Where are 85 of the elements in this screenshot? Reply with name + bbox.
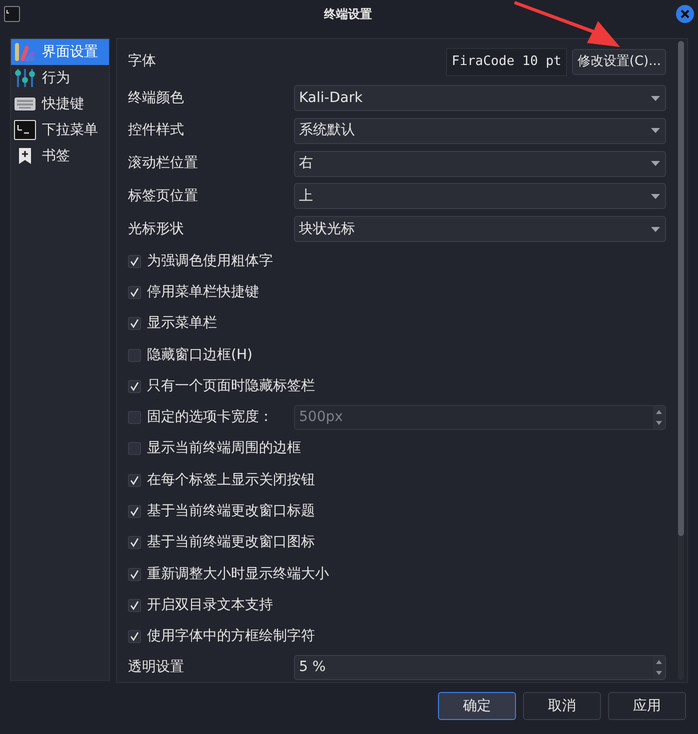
dropdown-value: 块状光标 bbox=[299, 220, 355, 239]
checkbox-label: 显示菜单栏 bbox=[147, 314, 217, 334]
checkbox-label: 只有一个页面时隐藏标签栏 bbox=[147, 376, 315, 396]
checkbox[interactable] bbox=[128, 442, 141, 456]
sidebar-item[interactable]: 界面设置 bbox=[11, 39, 109, 65]
dialog-button[interactable]: 应用 bbox=[608, 692, 686, 720]
dropdown-value: 右 bbox=[299, 154, 313, 174]
bookmark-icon bbox=[18, 147, 32, 165]
check-icon bbox=[130, 319, 139, 328]
check-icon bbox=[130, 288, 139, 298]
scrollbar-thumb[interactable] bbox=[678, 41, 684, 536]
checkbox[interactable] bbox=[128, 286, 141, 300]
checkbox-label: 基于当前终端更改窗口图标 bbox=[147, 533, 315, 552]
check-icon bbox=[130, 382, 139, 391]
caret-icon bbox=[651, 161, 660, 166]
caret-icon bbox=[651, 128, 660, 134]
terminal-app-icon bbox=[4, 6, 20, 22]
checkbox-label: 重新调整大小时显示终端大小 bbox=[147, 564, 329, 584]
checkbox[interactable] bbox=[128, 568, 141, 581]
sidebar-item[interactable]: 书签 bbox=[11, 143, 109, 169]
check-icon bbox=[130, 632, 139, 642]
checkbox-label: 固定的选项卡宽度： bbox=[147, 408, 273, 428]
checkbox[interactable] bbox=[128, 254, 141, 268]
dropdown[interactable]: 系统默认 bbox=[294, 118, 666, 144]
close-icon[interactable] bbox=[676, 5, 694, 23]
sidebar-item[interactable]: 下拉菜单 bbox=[11, 117, 109, 143]
checkbox-label: 停用菜单栏快捷键 bbox=[147, 283, 259, 302]
terminal-icon bbox=[14, 120, 36, 140]
checkbox[interactable] bbox=[128, 380, 141, 393]
setting-label: 滚动栏位置 bbox=[128, 154, 199, 174]
dialog-button[interactable]: 确定 bbox=[438, 692, 516, 720]
check-icon bbox=[130, 538, 139, 548]
checkbox[interactable] bbox=[128, 474, 141, 487]
checkbox-label: 隐藏窗口边框(H) bbox=[147, 346, 252, 365]
check-icon bbox=[130, 256, 139, 266]
checkbox[interactable] bbox=[128, 536, 141, 550]
checkbox-label: 在每个标签上显示关闭按钮 bbox=[147, 470, 315, 490]
check-icon bbox=[130, 476, 139, 485]
dropdown[interactable]: 上 bbox=[294, 183, 666, 210]
scrollbar[interactable] bbox=[678, 41, 684, 680]
checkbox[interactable] bbox=[128, 317, 141, 330]
window-title: 终端设置 bbox=[324, 6, 372, 23]
checkbox[interactable] bbox=[128, 630, 141, 644]
sliders-icon bbox=[14, 68, 36, 88]
dropdown-value: 上 bbox=[299, 186, 313, 206]
checkbox-label: 为强调色使用粗体字 bbox=[147, 252, 273, 271]
setting-label: 透明设置 bbox=[128, 658, 185, 677]
dropdown[interactable]: 右 bbox=[294, 150, 666, 177]
setting-label: 光标形状 bbox=[128, 220, 185, 239]
font-preview: FiraCode 10 pt bbox=[446, 48, 568, 76]
setting-label: 字体 bbox=[128, 52, 157, 72]
setting-label: 标签页位置 bbox=[128, 186, 199, 206]
check-icon bbox=[130, 600, 139, 610]
spin-field[interactable]: 5 % bbox=[294, 654, 666, 680]
dialog-button[interactable]: 取消 bbox=[523, 692, 601, 720]
checkbox-label: 显示当前终端周围的边框 bbox=[147, 439, 301, 458]
caret-icon bbox=[651, 194, 660, 199]
spin-value: 500px bbox=[299, 408, 343, 428]
setting-label: 控件样式 bbox=[128, 121, 185, 140]
check-icon bbox=[130, 507, 139, 516]
checkbox[interactable] bbox=[128, 348, 141, 362]
setting-label: 终端颜色 bbox=[128, 88, 185, 108]
caret-icon bbox=[651, 226, 660, 232]
checkbox-label: 开启双目录文本支持 bbox=[147, 596, 273, 615]
sidebar-item[interactable]: 行为 bbox=[11, 65, 109, 91]
dropdown-value: Kali-Dark bbox=[299, 88, 363, 108]
palette-icon bbox=[14, 42, 36, 62]
sidebar-label: 下拉菜单 bbox=[42, 120, 98, 140]
change-font-button[interactable]: 修改设置(C)... bbox=[572, 48, 666, 75]
check-icon bbox=[130, 570, 139, 579]
sidebar-label: 行为 bbox=[42, 68, 70, 88]
sidebar-label: 快捷键 bbox=[42, 94, 84, 114]
checkbox[interactable] bbox=[128, 598, 141, 612]
dropdown-value: 系统默认 bbox=[299, 121, 355, 140]
sidebar-label: 书签 bbox=[42, 146, 70, 166]
sidebar-label: 界面设置 bbox=[42, 42, 98, 62]
dropdown[interactable]: Kali-Dark bbox=[294, 85, 666, 112]
checkbox[interactable] bbox=[128, 505, 141, 518]
keyboard-icon bbox=[14, 97, 36, 111]
spin-value: 5 % bbox=[299, 658, 326, 677]
dropdown[interactable]: 块状光标 bbox=[294, 216, 666, 242]
caret-icon bbox=[651, 96, 660, 101]
checkbox-label: 使用字体中的方框绘制字符 bbox=[147, 627, 315, 646]
checkbox-label: 基于当前终端更改窗口标题 bbox=[147, 502, 315, 521]
sidebar-item[interactable]: 快捷键 bbox=[11, 91, 109, 117]
